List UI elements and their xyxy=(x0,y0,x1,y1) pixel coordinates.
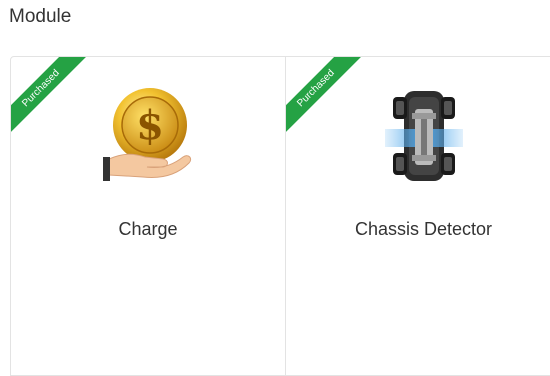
purchased-ribbon: Purchased xyxy=(11,57,91,138)
module-list: Purchased $ Charge Purchased Chassis Det… xyxy=(10,56,550,376)
purchased-ribbon: Purchased xyxy=(286,57,366,138)
module-card-chassis-detector[interactable]: Purchased Chassis Detector xyxy=(286,57,550,375)
module-card-charge[interactable]: Purchased $ Charge xyxy=(11,57,286,375)
module-name: Chassis Detector xyxy=(354,219,493,239)
coin-hand-icon: $ xyxy=(103,87,193,187)
svg-text:$: $ xyxy=(136,102,164,149)
module-name: Charge xyxy=(118,219,178,239)
vehicle-chassis-icon xyxy=(379,87,469,187)
section-title: Module xyxy=(9,6,72,27)
